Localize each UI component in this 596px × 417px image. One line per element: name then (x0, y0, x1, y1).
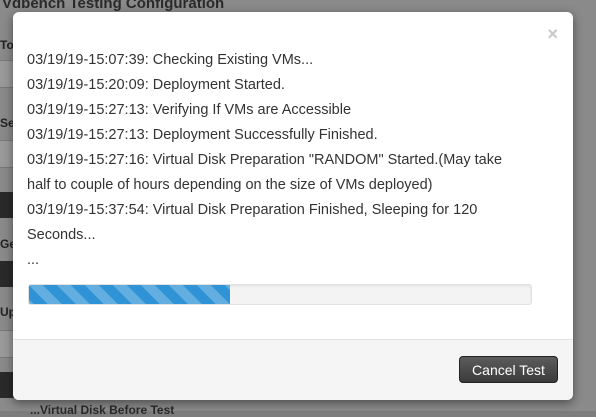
cancel-test-button[interactable]: Cancel Test (459, 356, 558, 383)
log-line: 03/19/19-15:27:13: Verifying If VMs are … (27, 102, 352, 118)
modal-footer: Cancel Test (13, 339, 573, 400)
log-line: ... (27, 252, 40, 268)
log-line: 03/19/19-15:27:13: Deployment Successful… (27, 127, 378, 143)
log-line: 03/19/19-15:37:54: Virtual Disk Preparat… (27, 202, 478, 218)
test-progress-modal: × 03/19/19-15:07:39: Checking Existing V… (13, 12, 573, 400)
test-log: 03/19/19-15:07:39: Checking Existing VMs… (27, 48, 547, 273)
background-input-fragment (0, 140, 14, 168)
progress-fill (29, 285, 230, 304)
background-label-fragment: To (0, 38, 14, 52)
background-button-fragment (0, 192, 14, 218)
log-line: 03/19/19-15:20:09: Deployment Started. (27, 77, 285, 93)
background-input-fragment (0, 60, 14, 88)
log-line: 03/19/19-15:07:39: Checking Existing VMs… (27, 52, 314, 68)
background-button-fragment (0, 261, 14, 287)
background-button-fragment (0, 372, 14, 398)
log-line: Seconds... (27, 227, 96, 243)
background-page-title: Vdbench Testing Configuration (2, 0, 225, 12)
log-line: 03/19/19-15:27:16: Virtual Disk Preparat… (27, 152, 503, 168)
progress-bar (28, 284, 532, 305)
close-icon[interactable]: × (547, 25, 558, 43)
background-footer-fragment: ...Virtual Disk Before Test (30, 403, 175, 417)
log-line: half to couple of hours depending on the… (27, 177, 433, 193)
background-input-fragment (0, 330, 14, 358)
